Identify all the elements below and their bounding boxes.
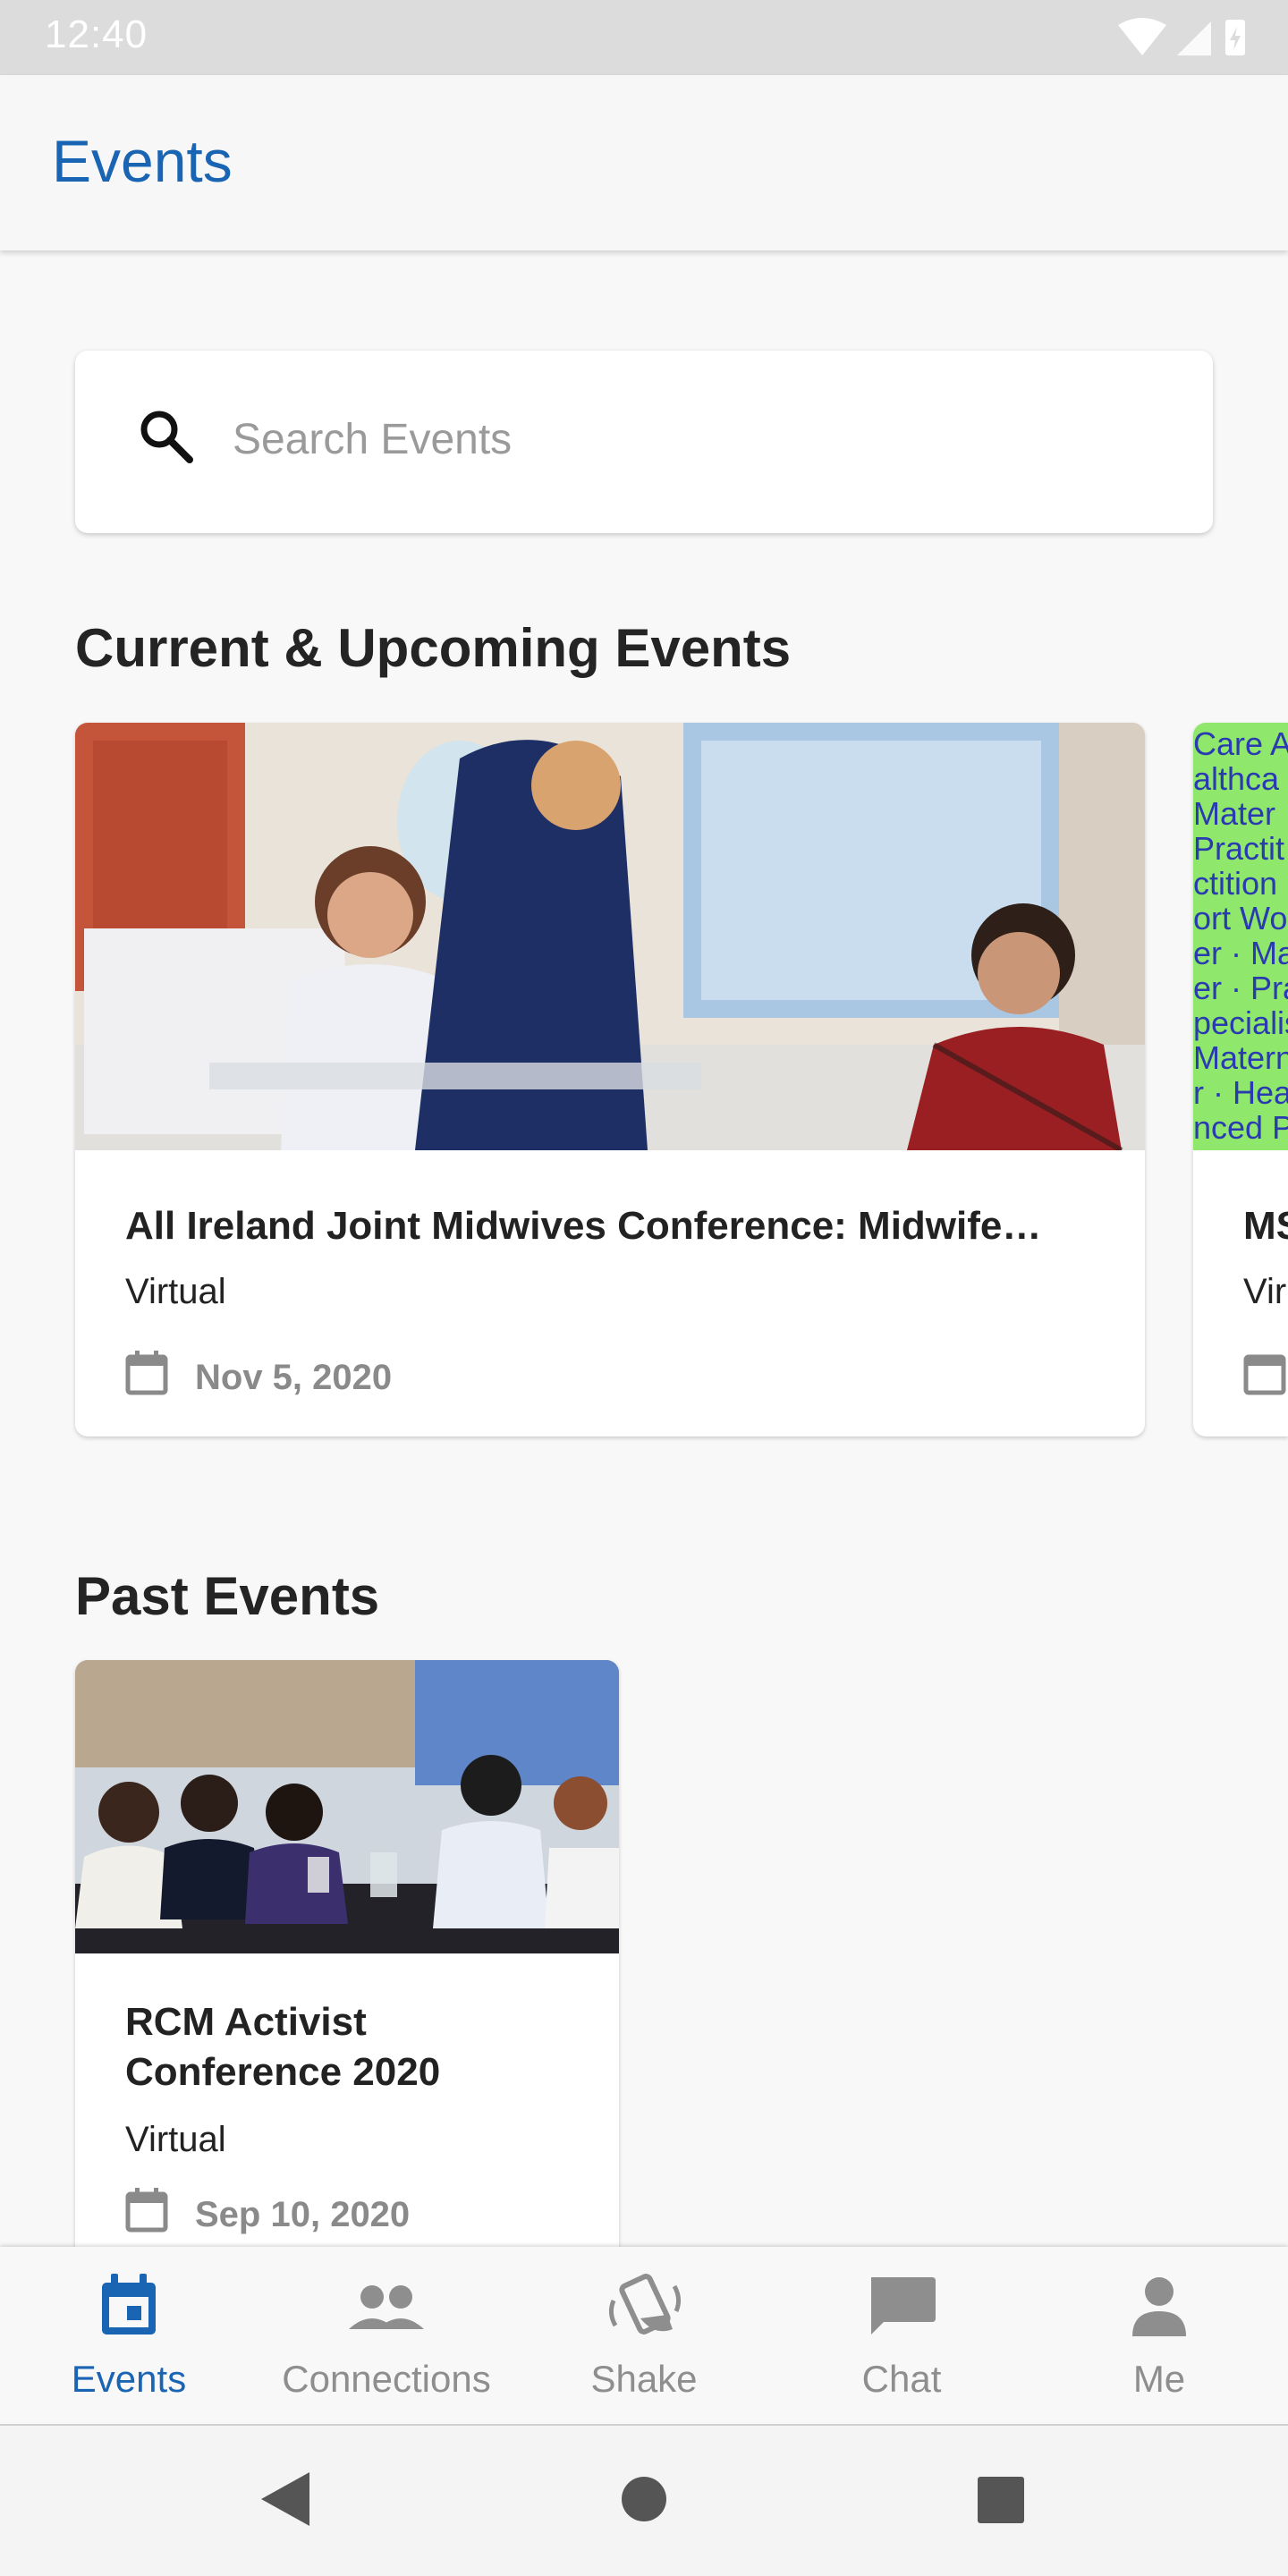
event-title-line1: RCM Activist [125,2000,367,2044]
home-icon[interactable] [621,2476,667,2527]
event-date: Sep 10, 2020 [125,2187,411,2242]
nav-label: Me [1132,2358,1186,2400]
status-icons [1114,16,1249,64]
calendar-icon [125,2187,168,2242]
event-title: MS [1243,1204,1288,1248]
nav-label: Chat [861,2358,942,2400]
nav-chat[interactable]: Chat [773,2247,1030,2426]
event-date-text: Sep 10, 2020 [195,2194,411,2234]
status-bar: 12:40 [0,0,1288,75]
person-icon [1131,2274,1188,2338]
search-bar[interactable]: Search Events [75,351,1213,533]
past-events-heading: Past Events [75,1566,380,1626]
event-title: All Ireland Joint Midwives Conference: M… [125,1204,1042,1248]
wifi-icon [1118,18,1166,55]
nav-label: Events [71,2358,187,2400]
current-events-heading: Current & Upcoming Events [75,618,792,678]
past-event-card[interactable]: RCM Activist Conference 2020 Virtual Sep… [75,1660,619,2340]
page-title: Events [52,128,233,194]
poster-words: Care A althca Mater Practit ctition ort … [1193,726,1288,1145]
bottom-navigation: Events Connections Shake Chat Me [0,2247,1288,2426]
event-date: Nov 5, 2020 [125,1350,393,1405]
event-image [75,723,1145,1150]
chat-icon [866,2274,937,2338]
search-icon [136,406,197,471]
nav-label: Connections [282,2358,491,2400]
event-date [1243,1352,1288,1402]
app-bar: Events [0,75,1288,250]
system-navigation-bar [0,2426,1288,2576]
cell-signal-icon [1177,21,1211,55]
calendar-icon [1243,1350,1286,1405]
people-icon [347,2274,426,2338]
event-location: Virtual [125,2120,226,2159]
shake-phone-icon [605,2274,685,2338]
event-image [75,1660,619,1953]
event-location: Vir [1243,1272,1287,1311]
event-location: Virtual [125,1272,226,1311]
nav-shake[interactable]: Shake [515,2247,773,2426]
event-card[interactable]: Care A althca Mater Practit ctition ort … [1193,723,1288,1436]
recents-icon[interactable] [977,2476,1025,2529]
nav-events[interactable]: Events [0,2247,258,2426]
event-card[interactable]: All Ireland Joint Midwives Conference: M… [75,723,1145,1436]
nav-connections[interactable]: Connections [258,2247,515,2426]
event-date-text: Nov 5, 2020 [195,1357,393,1397]
nav-me[interactable]: Me [1030,2247,1288,2426]
event-title-line2: Conference 2020 [125,2050,441,2094]
status-time: 12:40 [45,13,148,56]
calendar-icon [125,1350,168,1405]
event-image: Care A althca Mater Practit ctition ort … [1193,723,1288,1150]
back-icon[interactable] [259,2470,311,2532]
search-input[interactable]: Search Events [233,415,512,464]
nav-label: Shake [590,2358,698,2400]
calendar-icon [100,2274,157,2338]
